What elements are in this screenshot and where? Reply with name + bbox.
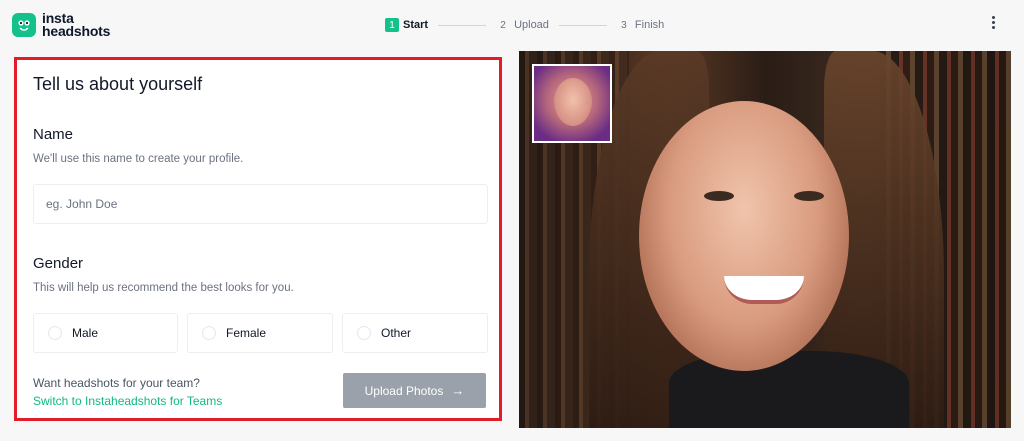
form-title: Tell us about yourself bbox=[33, 74, 203, 94]
sweater bbox=[669, 351, 909, 428]
step-number: 2 bbox=[500, 19, 506, 31]
name-help-text: We'll use this name to create your profi… bbox=[33, 153, 244, 165]
about-yourself-card: Tell us about yourself Name We'll use th… bbox=[14, 57, 502, 421]
step-start: 1 Start bbox=[385, 18, 428, 32]
thumbnail-face bbox=[554, 78, 592, 126]
switch-to-teams-link[interactable]: Switch to Instaheadshots for Teams bbox=[33, 394, 222, 408]
arrow-right-icon: → bbox=[451, 383, 465, 398]
progress-steps: 1 Start 2 Upload 3 Finish bbox=[385, 18, 664, 32]
radio-icon[interactable] bbox=[48, 326, 62, 340]
team-question: Want headshots for your team? bbox=[33, 376, 200, 390]
brand-wordmark: insta headshots bbox=[42, 11, 111, 39]
gender-option-female[interactable]: Female bbox=[187, 313, 333, 353]
step-connector bbox=[438, 24, 487, 26]
step-number: 1 bbox=[385, 18, 399, 32]
gender-option-other[interactable]: Other bbox=[342, 313, 488, 353]
step-number: 3 bbox=[621, 19, 627, 31]
kebab-menu-icon[interactable] bbox=[986, 14, 1000, 36]
radio-icon[interactable] bbox=[202, 326, 216, 340]
owl-logo-icon bbox=[12, 13, 36, 37]
step-connector bbox=[558, 24, 607, 26]
step-label: Upload bbox=[514, 19, 549, 31]
step-upload: 2 Upload bbox=[496, 18, 549, 32]
brand-logo[interactable]: insta headshots bbox=[12, 11, 111, 39]
gender-label: Gender bbox=[33, 255, 84, 272]
step-finish: 3 Finish bbox=[617, 18, 664, 32]
radio-icon[interactable] bbox=[357, 326, 371, 340]
top-header: insta headshots 1 Start 2 Upload 3 Finis… bbox=[0, 0, 1024, 50]
right-eye bbox=[794, 191, 824, 201]
face bbox=[639, 101, 849, 371]
source-photo-thumbnail bbox=[532, 64, 612, 143]
gender-option-label: Male bbox=[72, 326, 99, 340]
step-label: Finish bbox=[634, 19, 665, 31]
upload-photos-button[interactable]: Upload Photos → bbox=[343, 373, 486, 408]
step-label: Start bbox=[403, 19, 429, 31]
name-input[interactable] bbox=[33, 184, 488, 224]
headshot-preview-image bbox=[519, 51, 1011, 428]
gender-help-text: This will help us recommend the best loo… bbox=[33, 282, 294, 294]
gender-option-label: Female bbox=[226, 326, 267, 340]
upload-button-label: Upload Photos bbox=[364, 383, 444, 398]
left-eye bbox=[704, 191, 734, 201]
gender-option-male[interactable]: Male bbox=[33, 313, 178, 353]
name-label: Name bbox=[33, 126, 74, 143]
gender-option-label: Other bbox=[381, 326, 412, 340]
brand-line-2: headshots bbox=[42, 23, 111, 39]
